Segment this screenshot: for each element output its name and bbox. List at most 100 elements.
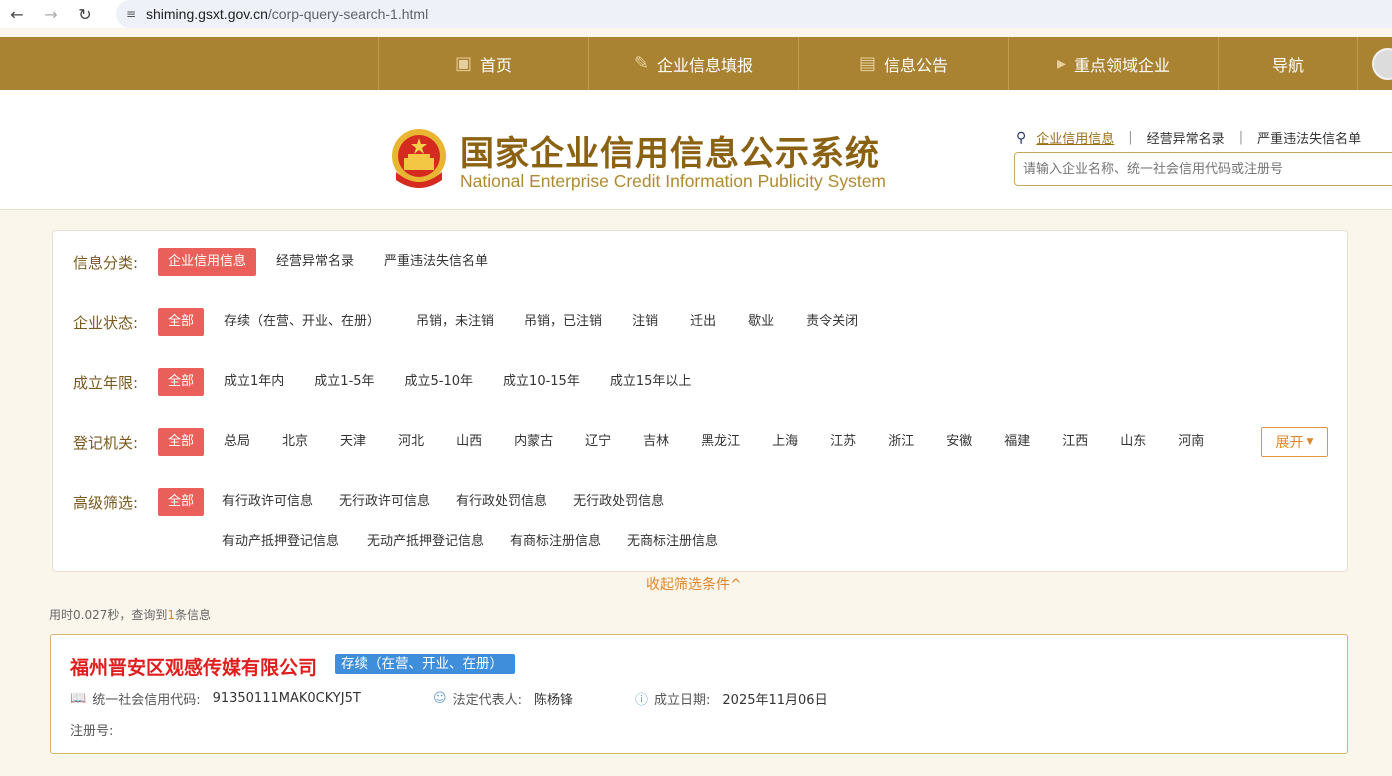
filter-option-advanced[interactable]: 无动产抵押登记信息	[357, 528, 494, 556]
filter-row-authority: 登记机关: 全部 总局 北京 天津 河北 山西 内蒙古 辽宁 吉林 黑龙江 上海…	[73, 427, 1214, 457]
legal-rep-label: 法定代表人:	[452, 693, 522, 708]
filter-option-advanced[interactable]: 有行政处罚信息	[446, 488, 557, 516]
filter-label: 高级筛选:	[73, 493, 139, 512]
filter-option-status[interactable]: 注销	[622, 308, 668, 336]
filter-option-region[interactable]: 山东	[1110, 428, 1156, 456]
url-text[interactable]: shiming.gsxt.gov.cn/corp-query-search-1.…	[146, 6, 428, 22]
filter-option-blacklist[interactable]: 严重违法失信名单	[374, 248, 498, 276]
filter-option-all[interactable]: 全部	[158, 368, 205, 396]
filter-option-all[interactable]: 全部	[158, 428, 205, 456]
query-stats: 用时0.027秒，查询到1条信息	[49, 606, 211, 623]
site-subtitle: National Enterprise Credit Information P…	[460, 171, 887, 191]
megaphone-icon: ▸	[1056, 53, 1067, 74]
established-label: 成立日期:	[654, 693, 711, 708]
filter-option-advanced[interactable]: 无商标注册信息	[617, 528, 728, 556]
stats-count: 1	[167, 608, 176, 622]
quick-link-blacklist[interactable]: 严重违法失信名单	[1257, 128, 1361, 147]
reload-icon[interactable]: ↻	[68, 0, 102, 28]
filter-option-status[interactable]: 存续（在营、开业、在册）	[214, 308, 390, 336]
info-icon: ⓘ	[635, 693, 649, 708]
monitor-icon: ▣	[454, 53, 472, 74]
filter-option-status[interactable]: 歇业	[738, 308, 784, 336]
filter-option-all[interactable]: 全部	[158, 308, 205, 336]
nav-item-navigation[interactable]: 导航	[1218, 37, 1358, 90]
filter-row-years: 成立年限: 全部 成立1年内 成立1-5年 成立5-10年 成立10-15年 成…	[73, 367, 701, 397]
site-info-icon[interactable]: ≡	[116, 7, 146, 21]
filter-option-abnormal-list[interactable]: 经营异常名录	[266, 248, 364, 276]
quick-link-credit-info[interactable]: 企业信用信息	[1036, 128, 1114, 147]
address-bar[interactable]: ≡ shiming.gsxt.gov.cn/corp-query-search-…	[116, 0, 1392, 28]
nav-item-key-sectors[interactable]: ▸ 重点领域企业	[1008, 37, 1218, 90]
credit-code-value: 91350111MAK0CKYJ5T	[212, 691, 361, 706]
site-title: 国家企业信用信息公示系统	[460, 134, 880, 174]
filter-option-years[interactable]: 成立5-10年	[395, 368, 484, 396]
filter-panel: 信息分类: 企业信用信息 经营异常名录 严重违法失信名单 企业状态: 全部 存续…	[52, 230, 1348, 572]
quick-link-abnormal-list[interactable]: 经营异常名录	[1147, 128, 1225, 147]
filter-option-advanced[interactable]: 有行政许可信息	[212, 488, 323, 516]
filter-option-advanced[interactable]: 有商标注册信息	[500, 528, 611, 556]
legal-representative: ☺ 法定代表人: 陈杨锋	[433, 689, 573, 708]
filter-label: 信息分类:	[73, 253, 139, 272]
filter-option-status[interactable]: 吊销，未注销	[406, 308, 504, 336]
nav-label: 导航	[1271, 55, 1304, 75]
url-path: /corp-query-search-1.html	[267, 6, 429, 22]
filter-option-years[interactable]: 成立1年内	[214, 368, 294, 396]
filter-option-region[interactable]: 吉林	[633, 428, 679, 456]
filter-option-advanced[interactable]: 无行政处罚信息	[563, 488, 674, 516]
divider: |	[1238, 130, 1244, 145]
filter-option-region[interactable]: 黑龙江	[691, 428, 750, 456]
filter-option-advanced[interactable]: 无行政许可信息	[329, 488, 440, 516]
filter-option-all[interactable]: 全部	[158, 488, 205, 516]
edit-icon: ✎	[633, 53, 650, 74]
filter-option-region[interactable]: 上海	[762, 428, 808, 456]
registration-number: 注册号:	[70, 724, 114, 739]
filter-option-years[interactable]: 成立10-15年	[493, 368, 590, 396]
filter-option-region[interactable]: 河北	[388, 428, 434, 456]
filter-option-region[interactable]: 安徽	[936, 428, 982, 456]
search-input[interactable]	[1014, 152, 1392, 186]
filter-option-region[interactable]: 浙江	[878, 428, 924, 456]
filter-option-region[interactable]: 北京	[272, 428, 318, 456]
filter-option-status[interactable]: 吊销，已注销	[514, 308, 612, 336]
filter-row-advanced-2: 有动产抵押登记信息 无动产抵押登记信息 有商标注册信息 无商标注册信息	[212, 527, 728, 557]
filter-option-advanced[interactable]: 有动产抵押登记信息	[212, 528, 349, 556]
person-icon: ☺	[433, 691, 447, 706]
collapse-filters-link[interactable]: 收起筛选条件^	[646, 574, 742, 594]
nav-label: 企业信息填报	[657, 55, 754, 75]
url-domain: shiming.gsxt.gov.cn	[146, 6, 268, 22]
nav-item-announcements[interactable]: ▤ 信息公告	[798, 37, 1008, 90]
filter-option-years[interactable]: 成立1-5年	[304, 368, 384, 396]
filter-option-region[interactable]: 山西	[446, 428, 492, 456]
forward-arrow-icon[interactable]: →	[34, 0, 68, 28]
filter-option-region[interactable]: 总局	[214, 428, 260, 456]
company-name[interactable]: 福州晋安区观感传媒有限公司	[70, 653, 317, 680]
legal-rep-value: 陈杨锋	[533, 693, 573, 708]
divider: |	[1128, 130, 1133, 145]
filter-label: 登记机关:	[73, 433, 139, 452]
filter-option-region[interactable]: 天津	[330, 428, 376, 456]
filter-option-status[interactable]: 迁出	[680, 308, 726, 336]
expand-button[interactable]: 展开 ▼	[1261, 427, 1328, 457]
established-date: ⓘ 成立日期: 2025年11月06日	[635, 689, 828, 708]
nav-label: 首页	[480, 55, 513, 75]
filter-option-region[interactable]: 河南	[1168, 428, 1214, 456]
site-header: 国家企业信用信息公示系统 National Enterprise Credit …	[0, 90, 1392, 210]
nav-item-enterprise-report[interactable]: ✎ 企业信息填报	[588, 37, 798, 90]
result-card[interactable]: 福州晋安区观感传媒有限公司 存续（在营、开业、在册） 📖 统一社会信用代码: 9…	[50, 634, 1348, 754]
filter-option-status[interactable]: 责令关闭	[796, 308, 868, 336]
credit-code: 📖 统一社会信用代码: 91350111MAK0CKYJ5T	[70, 689, 361, 708]
filter-option-years[interactable]: 成立15年以上	[600, 368, 702, 396]
filter-option-region[interactable]: 江苏	[820, 428, 866, 456]
filter-option-region[interactable]: 福建	[994, 428, 1040, 456]
filter-option-credit-info[interactable]: 企业信用信息	[158, 248, 257, 276]
filter-option-region[interactable]: 内蒙古	[504, 428, 563, 456]
filter-option-region[interactable]: 辽宁	[575, 428, 621, 456]
avatar[interactable]	[1372, 48, 1392, 80]
filter-option-region[interactable]: 江西	[1052, 428, 1098, 456]
filter-label: 成立年限:	[73, 373, 139, 392]
nav-item-home[interactable]: ▣ 首页	[378, 37, 588, 90]
credit-code-label: 统一社会信用代码:	[92, 693, 201, 708]
nav-label: 信息公告	[884, 55, 949, 75]
back-arrow-icon[interactable]: ←	[0, 0, 34, 28]
stats-suffix: 条信息	[175, 608, 212, 622]
